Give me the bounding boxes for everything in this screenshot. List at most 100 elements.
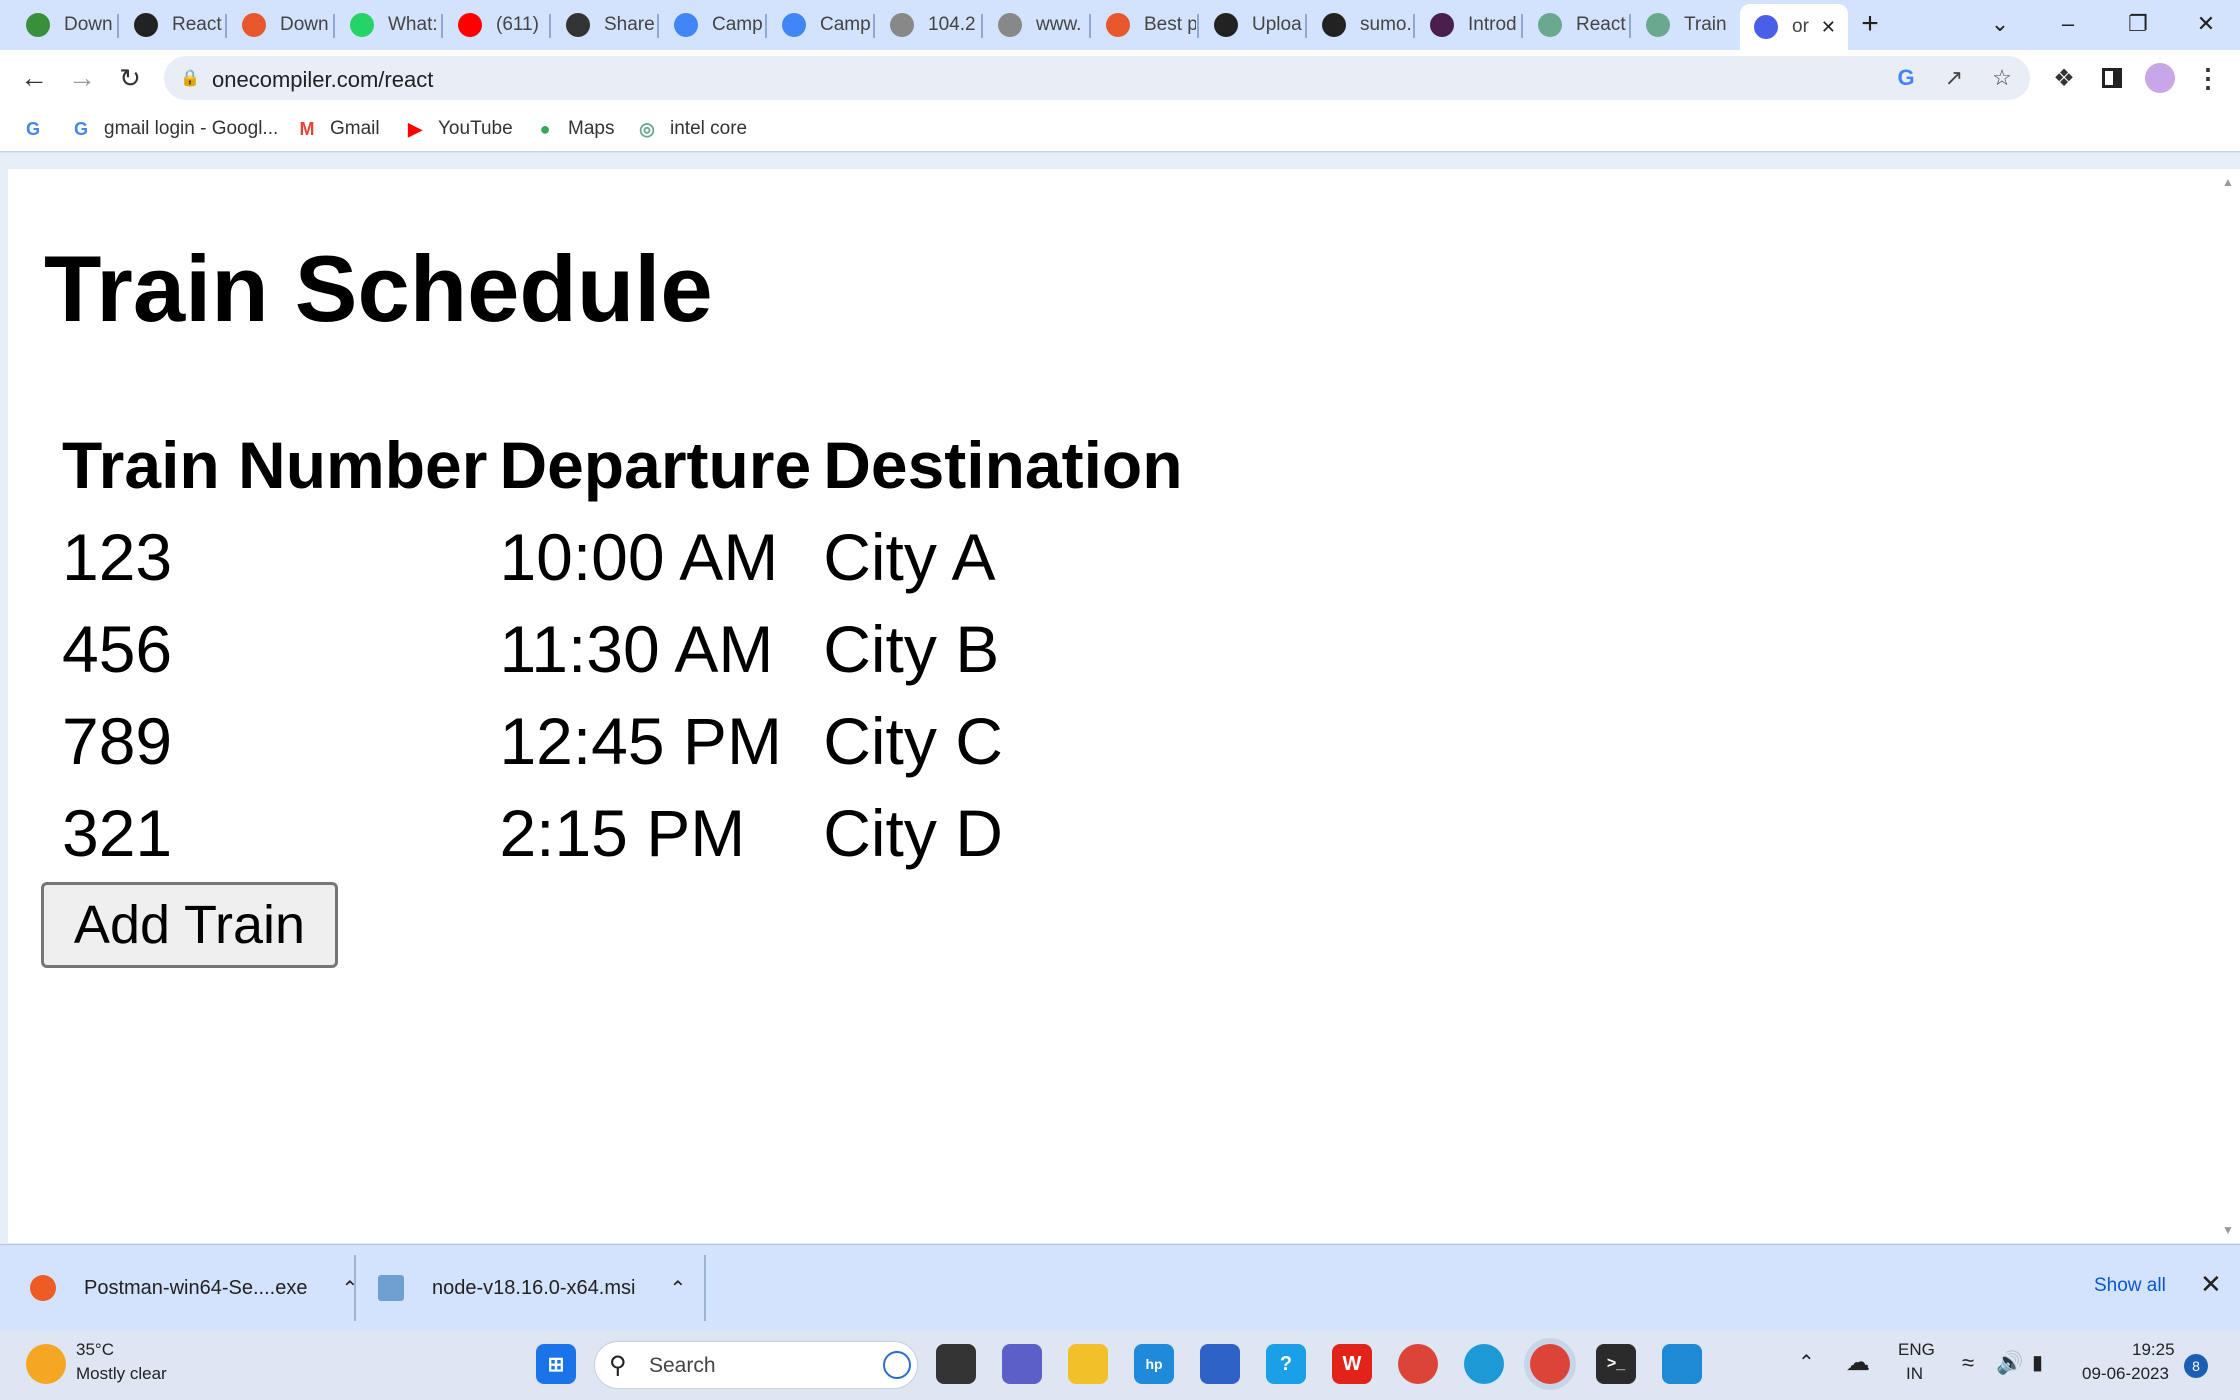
tab[interactable]: What: (336, 6, 440, 44)
show-all-link[interactable]: Show all (2094, 1275, 2166, 1297)
profile-avatar[interactable] (2140, 58, 2180, 98)
wifi-icon[interactable]: ≈ (1962, 1350, 1974, 1376)
forward-icon[interactable]: → (62, 58, 102, 98)
close-tab-icon[interactable]: ✕ (1821, 17, 1836, 38)
chrome-icon[interactable] (1398, 1344, 1438, 1384)
bookmark-item[interactable]: Ggmail login - Googl... (70, 114, 278, 144)
terminal-icon[interactable]: >_ (1596, 1344, 1636, 1384)
bookmark-label: Gmail (330, 118, 380, 139)
tray-chevron-icon[interactable]: ⌃ (1798, 1350, 1815, 1375)
add-train-button[interactable]: Add Train (41, 882, 338, 968)
teams-chat-icon[interactable] (1002, 1344, 1042, 1384)
share-icon[interactable]: ↗ (1940, 64, 1968, 92)
lock-icon[interactable]: 🔒 (176, 64, 204, 92)
close-window-icon[interactable]: ✕ (2176, 6, 2236, 42)
task-view-icon[interactable] (936, 1344, 976, 1384)
onedrive-icon[interactable]: ☁ (1846, 1348, 1870, 1377)
tab[interactable]: Train (1632, 6, 1736, 44)
tab-separator (873, 14, 875, 38)
language-indicator[interactable]: ENG (1898, 1340, 1935, 1360)
table-row: 321 2:15 PM City D (62, 787, 1183, 879)
bookmark-item[interactable]: G (22, 114, 56, 144)
tab-search-icon[interactable]: ⌄ (1970, 6, 2030, 42)
tab[interactable]: React (120, 6, 224, 44)
tab-strip: Down React Down What: (611) Share Camp Camp 104.… (0, 0, 2240, 50)
tab-label: React (172, 14, 222, 35)
tab[interactable]: Uploa (1200, 6, 1304, 44)
scroll-down-icon[interactable]: ▼ (2222, 1223, 2234, 1237)
taskbar-search[interactable]: ⚲ Search (594, 1341, 918, 1389)
wps-office-icon[interactable]: W (1332, 1344, 1372, 1384)
vscode-icon[interactable] (1662, 1344, 1702, 1384)
docs-icon (782, 13, 806, 37)
microsoft-store-icon[interactable] (1200, 1344, 1240, 1384)
tab-separator (1305, 14, 1307, 38)
scroll-up-icon[interactable]: ▲ (2222, 175, 2234, 189)
tab[interactable]: 104.2 (876, 6, 980, 44)
tab-label: (611) (496, 14, 539, 35)
bing-icon[interactable] (883, 1351, 911, 1379)
myhp-icon[interactable]: hp (1134, 1344, 1174, 1384)
windows-start-icon[interactable]: ⊞ (536, 1344, 576, 1384)
tab[interactable]: sumo. (1308, 6, 1412, 44)
tab-label: Camp (820, 14, 871, 35)
openai-icon (1538, 13, 1562, 37)
menu-icon[interactable]: ⋮ (2188, 58, 2228, 98)
bookmark-item[interactable]: ● Maps (534, 114, 615, 144)
minimize-icon[interactable]: – (2038, 6, 2098, 42)
tab[interactable]: Down (12, 6, 116, 44)
tab[interactable]: or ✕ (1740, 4, 1848, 50)
table-row: 456 11:30 AM City B (62, 603, 1183, 695)
tab-label: What: (388, 14, 438, 35)
clock-date[interactable]: 09-06-2023 (2082, 1364, 2169, 1384)
tab-separator (1629, 14, 1631, 38)
edge-icon[interactable] (1464, 1344, 1504, 1384)
back-icon[interactable]: ← (14, 58, 54, 98)
scrollbar[interactable]: ▲ ▼ (2216, 169, 2240, 1243)
gmail-icon: M (299, 118, 315, 139)
restore-icon[interactable]: ❐ (2108, 6, 2168, 42)
bookmark-label: intel core (670, 118, 748, 139)
chrome-active-icon[interactable] (1530, 1344, 1570, 1384)
download-item-postman[interactable]: Postman-win64-Se....exe ⌃ (30, 1265, 358, 1311)
tab[interactable]: Camp (768, 6, 872, 44)
table-header-row: Train Number Departure Destination (62, 419, 1183, 511)
train-schedule-table: Train Number Departure Destination 123 10:0… (50, 419, 1195, 879)
bookmark-item[interactable]: ▶ YouTube (404, 114, 513, 144)
tab[interactable]: Introd (1416, 6, 1520, 44)
weather-temp[interactable]: 35°C (76, 1340, 114, 1360)
tab[interactable]: Camp (660, 6, 764, 44)
extensions-icon[interactable]: ❖ (2044, 58, 2084, 98)
notification-badge[interactable]: 8 (2184, 1354, 2208, 1378)
weather-desc[interactable]: Mostly clear (76, 1364, 167, 1384)
column-header: Train Number (62, 428, 488, 502)
tab[interactable]: Best p (1092, 6, 1196, 44)
tab[interactable]: Down (228, 6, 332, 44)
battery-icon[interactable]: ▮ (2032, 1350, 2043, 1375)
url-text[interactable]: onecompiler.com/react (212, 67, 433, 93)
close-shelf-icon[interactable]: ✕ (2200, 1269, 2222, 1300)
table-cell: 11:30 AM (499, 612, 774, 686)
bookmark-item[interactable]: M Gmail (296, 114, 380, 144)
tab[interactable]: React (1524, 6, 1628, 44)
tab[interactable]: Share (552, 6, 656, 44)
help-icon[interactable]: ? (1266, 1344, 1306, 1384)
weather-icon[interactable] (26, 1344, 66, 1384)
whatsapp-icon (350, 13, 374, 37)
new-tab-button[interactable]: + (1840, 6, 1900, 42)
reload-icon[interactable]: ↻ (110, 58, 150, 98)
chevron-up-icon[interactable]: ⌃ (669, 1276, 686, 1301)
bookmark-item[interactable]: ◎ intel core (636, 114, 747, 144)
clock-time[interactable]: 19:25 (2132, 1340, 2175, 1360)
region-indicator[interactable]: IN (1906, 1364, 1923, 1384)
tab[interactable]: www. (984, 6, 1088, 44)
tab[interactable]: (611) (444, 6, 548, 44)
google-lens-icon[interactable]: G (1892, 64, 1920, 92)
side-panel-icon[interactable] (2092, 58, 2132, 98)
volume-icon[interactable]: 🔊 (1996, 1350, 2023, 1376)
download-item-node[interactable]: node-v18.16.0-x64.msi ⌃ (378, 1265, 686, 1311)
address-bar[interactable]: 🔒 onecompiler.com/react G ↗ ☆ (164, 56, 2030, 100)
feather-icon (1106, 13, 1130, 37)
file-explorer-icon[interactable] (1068, 1344, 1108, 1384)
bookmark-star-icon[interactable]: ☆ (1988, 64, 2016, 92)
